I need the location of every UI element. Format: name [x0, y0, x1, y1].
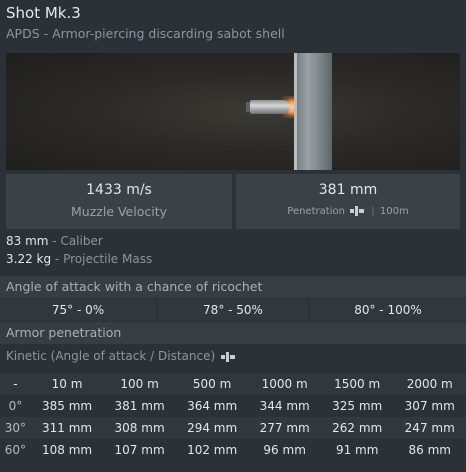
table-row: 0° 385 mm 381 mm 364 mm 344 mm 325 mm 30…	[0, 395, 466, 417]
ricochet-section-header: Angle of attack with a chance of ricoche…	[0, 276, 466, 298]
muzzle-velocity-value: 1433 m/s	[86, 182, 152, 198]
caliber-value: 83 mm	[6, 234, 49, 248]
table-cell: 107 mm	[103, 439, 176, 461]
penetration-separator: |	[371, 206, 375, 217]
penetration-box: 381 mm Penetration | 100m	[236, 174, 460, 229]
table-cell: 294 mm	[175, 417, 249, 439]
penetration-label: Penetration	[287, 206, 345, 217]
ricochet-cell: 75° - 0%	[0, 299, 156, 321]
kinetic-caption: Kinetic (Angle of attack / Distance)	[6, 349, 237, 363]
shell-projectile	[250, 100, 290, 114]
table-cell: 344 mm	[248, 395, 321, 417]
table-cell: 385 mm	[30, 395, 104, 417]
table-cell: 364 mm	[175, 395, 249, 417]
table-cell: 307 mm	[393, 395, 466, 417]
mass-label: Projectile Mass	[63, 252, 153, 266]
armor-plate	[294, 53, 332, 170]
table-cell: 102 mm	[175, 439, 249, 461]
mass-dash: -	[51, 252, 64, 266]
column-header: 500 m	[175, 373, 249, 395]
table-cell: 308 mm	[103, 417, 176, 439]
table-cell: 86 mm	[393, 439, 466, 461]
muzzle-velocity-label: Muzzle Velocity	[70, 204, 167, 219]
table-header-row: - 10 m 100 m 500 m 1000 m 1500 m 2000 m	[0, 373, 466, 395]
table-cell: 96 mm	[248, 439, 321, 461]
caliber-label: Caliber	[60, 234, 103, 248]
column-header: 10 m	[30, 373, 104, 395]
penetration-icon	[350, 206, 365, 216]
shell-impact-preview	[6, 53, 460, 170]
table-cell: 277 mm	[248, 417, 321, 439]
table-row: 60° 108 mm 107 mm 102 mm 96 mm 91 mm 86 …	[0, 439, 466, 461]
ricochet-cell: 80° - 100%	[310, 299, 466, 321]
shell-type-subtitle: APDS - Armor-piercing discarding sabot s…	[6, 26, 285, 41]
column-header: 100 m	[103, 373, 176, 395]
table-cell: 325 mm	[320, 395, 394, 417]
penetration-table: - 10 m 100 m 500 m 1000 m 1500 m 2000 m …	[0, 373, 466, 461]
table-cell: 91 mm	[320, 439, 394, 461]
column-header: 2000 m	[393, 373, 466, 395]
column-header: -	[0, 373, 31, 395]
table-cell: 247 mm	[393, 417, 466, 439]
mass-value: 3.22 kg	[6, 252, 52, 266]
caliber-dash: -	[48, 234, 61, 248]
table-row: 30° 311 mm 308 mm 294 mm 277 mm 262 mm 2…	[0, 417, 466, 439]
table-cell: 381 mm	[103, 395, 176, 417]
armor-penetration-header: Armor penetration	[0, 322, 466, 344]
row-angle: 60°	[0, 439, 31, 461]
table-cell: 262 mm	[320, 417, 394, 439]
penetration-value: 381 mm	[318, 182, 378, 198]
table-cell: 311 mm	[30, 417, 104, 439]
column-header: 1500 m	[320, 373, 394, 395]
row-angle: 30°	[0, 417, 31, 439]
shell-title: Shot Mk.3	[6, 4, 81, 22]
ricochet-row: 75° - 0% 78° - 50% 80° - 100%	[0, 299, 466, 321]
penetration-distance: 100m	[379, 206, 409, 217]
shell-info-panel: Shot Mk.3 APDS - Armor-piercing discardi…	[0, 0, 466, 472]
table-cell: 108 mm	[30, 439, 104, 461]
ricochet-cell: 78° - 50%	[158, 299, 308, 321]
caliber-spec: 83 mm - Caliber	[6, 234, 103, 248]
penetration-icon	[220, 351, 235, 362]
muzzle-velocity-box: 1433 m/s Muzzle Velocity	[6, 174, 232, 229]
row-angle: 0°	[0, 395, 31, 417]
kinetic-label: Kinetic (Angle of attack / Distance)	[6, 349, 216, 363]
penetration-caption: Penetration | 100m	[236, 206, 460, 217]
column-header: 1000 m	[248, 373, 321, 395]
mass-spec: 3.22 kg - Projectile Mass	[6, 252, 152, 266]
